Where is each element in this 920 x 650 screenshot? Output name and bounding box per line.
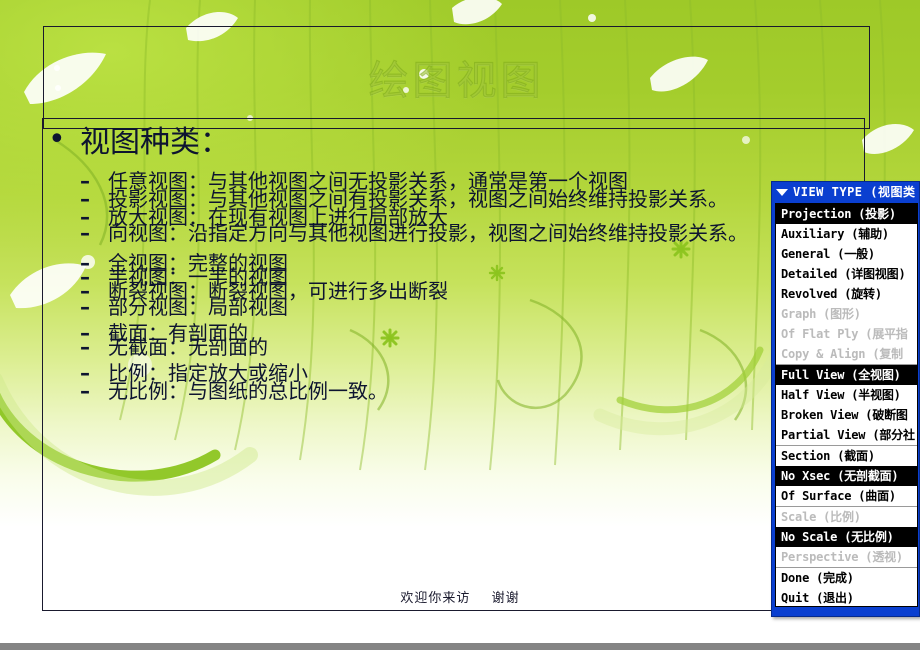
- dialog-menu-item: Perspective (透视): [781, 550, 903, 564]
- slide-body: 视图种类： 任意视图：与其他视图之间无投影关系，通常是第一个视图 投影视图：与其…: [44, 123, 844, 404]
- body-group-2: 全视图：完整的视图 半视图：一半的视图 断裂视图：断裂视图，可进行多出断裂 部分…: [44, 230, 844, 318]
- dialog-title-label: VIEW TYPE (视图类: [793, 185, 916, 199]
- dialog-menu-item[interactable]: Detailed (详图视图): [776, 264, 917, 284]
- footer-thanks-text: 谢谢: [491, 591, 520, 606]
- body-group-4: 比例：指定放大或缩小 无比例：与图纸的总比例一致。: [44, 354, 844, 404]
- dialog-menu-item[interactable]: Broken View (破断图: [776, 405, 917, 425]
- dialog-menu-item[interactable]: Section (截面): [776, 445, 917, 466]
- dialog-menu-item[interactable]: Quit (退出): [776, 588, 917, 606]
- dialog-title-bar[interactable]: VIEW TYPE (视图类: [772, 182, 919, 202]
- slide-title: 绘图视图: [368, 58, 545, 105]
- body-heading: 视图种类：: [44, 123, 844, 160]
- view-type-dialog[interactable]: VIEW TYPE (视图类 Projection (投影) Auxiliary …: [771, 181, 920, 617]
- dialog-menu-item[interactable]: Revolved (旋转): [776, 284, 917, 304]
- dialog-menu-item[interactable]: General (一般): [776, 244, 917, 264]
- dialog-menu-item[interactable]: No Xsec (无剖截面): [776, 466, 917, 486]
- body-group-1: 任意视图：与其他视图之间无投影关系，通常是第一个视图 投影视图：与其他视图之间有…: [44, 160, 844, 244]
- dialog-menu-item: Of Flat Ply (展平指: [781, 327, 908, 341]
- dialog-menu-item[interactable]: Auxiliary (辅助): [776, 224, 917, 244]
- dialog-menu-item: Copy & Align (复制: [781, 347, 903, 361]
- dialog-menu-item[interactable]: Projection (投影): [776, 204, 917, 224]
- triangle-down-icon[interactable]: [776, 188, 788, 196]
- dialog-menu-item[interactable]: Of Surface (曲面): [776, 486, 917, 506]
- body-group-3: 截面：有剖面的 无截面：无剖面的: [44, 308, 844, 358]
- dialog-menu-item[interactable]: No Scale (无比例): [776, 527, 917, 547]
- dialog-menu-item: Graph (图形): [781, 307, 861, 321]
- footer-welcome-text: 欢迎你来访: [400, 591, 471, 606]
- dialog-menu-item[interactable]: Partial View (部分社: [776, 425, 917, 445]
- dialog-menu-item[interactable]: Done (完成): [776, 567, 917, 588]
- dialog-menu-item: Scale (比例): [776, 506, 917, 527]
- dialog-menu-item[interactable]: Full View (全视图): [776, 364, 917, 385]
- body-item: 无比例：与图纸的总比例一致。: [80, 380, 388, 402]
- dialog-menu-item[interactable]: Half View (半视图): [776, 385, 917, 405]
- slide-canvas: 绘图视图 视图种类： 任意视图：与其他视图之间无投影关系，通常是第一个视图 投影…: [0, 0, 920, 650]
- dialog-menu-list[interactable]: Projection (投影) Auxiliary (辅助) General (一般…: [775, 203, 918, 607]
- window-bottom-bar: [0, 643, 920, 650]
